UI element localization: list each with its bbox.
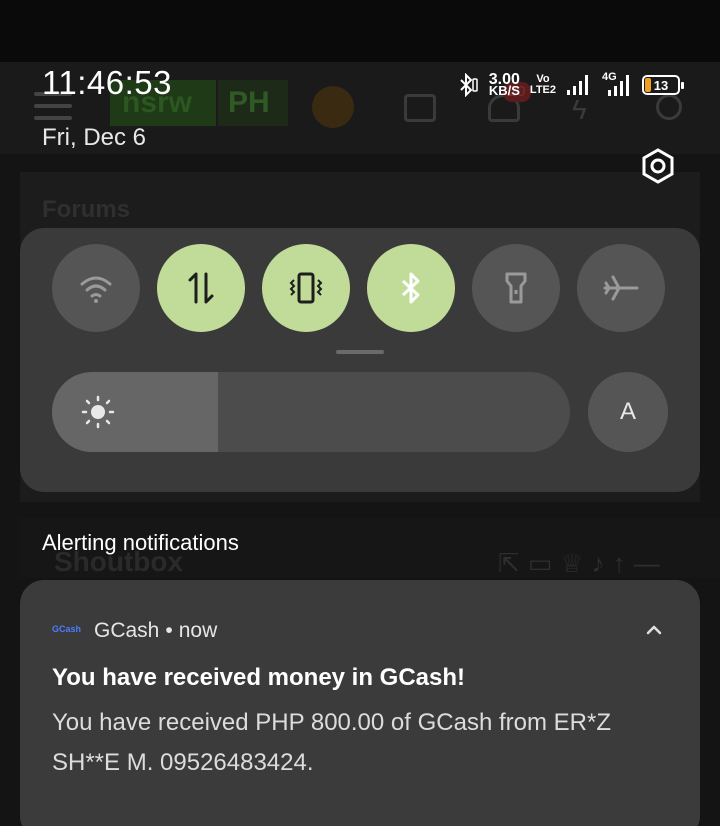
mobile-data-icon bbox=[188, 272, 214, 304]
brightness-icon bbox=[81, 395, 115, 429]
panel-drag-handle[interactable] bbox=[336, 350, 384, 354]
shoutbox-tools-icons: ⇱▭♕♪↑— bbox=[498, 548, 668, 578]
airplane-mode-toggle[interactable] bbox=[577, 244, 665, 332]
notification-separator: • bbox=[165, 619, 173, 642]
signal-icon bbox=[567, 75, 588, 95]
status-date: Fri, Dec 6 bbox=[42, 124, 147, 151]
chevron-up-icon[interactable] bbox=[642, 620, 666, 640]
bluetooth-toggle[interactable] bbox=[367, 244, 455, 332]
settings-gear-icon[interactable] bbox=[640, 148, 676, 184]
notification-body: You have received PHP 800.00 of GCash fr… bbox=[52, 709, 611, 776]
vibrate-toggle[interactable] bbox=[262, 244, 350, 332]
status-icons: 3.00 KB/S Vo LTE2 4G 13 bbox=[457, 70, 684, 100]
notification-title: You have received money in GCash! bbox=[52, 664, 466, 691]
brightness-slider[interactable] bbox=[52, 372, 570, 452]
notification-header: GCash • now bbox=[94, 619, 217, 643]
status-clock: 11:46:53 bbox=[42, 64, 173, 101]
notification-app-name: GCash bbox=[94, 619, 160, 642]
mobile-data-toggle[interactable] bbox=[157, 244, 245, 332]
notifications-section-heading: Alerting notifications bbox=[42, 530, 239, 555]
signal-4g-icon: 4G bbox=[602, 71, 632, 97]
bluetooth-status-icon bbox=[460, 73, 478, 97]
gcash-app-icon: GCash bbox=[52, 624, 82, 634]
bluetooth-icon bbox=[401, 272, 420, 304]
flashlight-icon bbox=[505, 272, 527, 304]
wifi-toggle[interactable] bbox=[52, 244, 140, 332]
battery-level: 13 bbox=[653, 77, 669, 93]
auto-brightness-button[interactable]: A bbox=[588, 372, 668, 452]
site-logo-region: PH bbox=[218, 80, 288, 126]
notification-time: now bbox=[178, 619, 218, 642]
battery-icon: 13 bbox=[642, 75, 684, 95]
mail-icon bbox=[404, 94, 436, 122]
avatar bbox=[312, 86, 354, 128]
wifi-icon bbox=[80, 276, 112, 303]
vibrate-icon bbox=[289, 272, 323, 304]
volte-indicator: Vo LTE2 bbox=[530, 74, 556, 96]
brightness-slider-fill bbox=[52, 372, 218, 452]
airplane-icon bbox=[603, 275, 639, 301]
network-speed-unit: KB/S bbox=[488, 83, 520, 98]
forums-heading: Forums bbox=[42, 196, 131, 223]
network-speed: 3.00 KB/S bbox=[488, 72, 520, 98]
flashlight-toggle[interactable] bbox=[472, 244, 560, 332]
volte-sub-label: LTE2 bbox=[529, 84, 556, 96]
